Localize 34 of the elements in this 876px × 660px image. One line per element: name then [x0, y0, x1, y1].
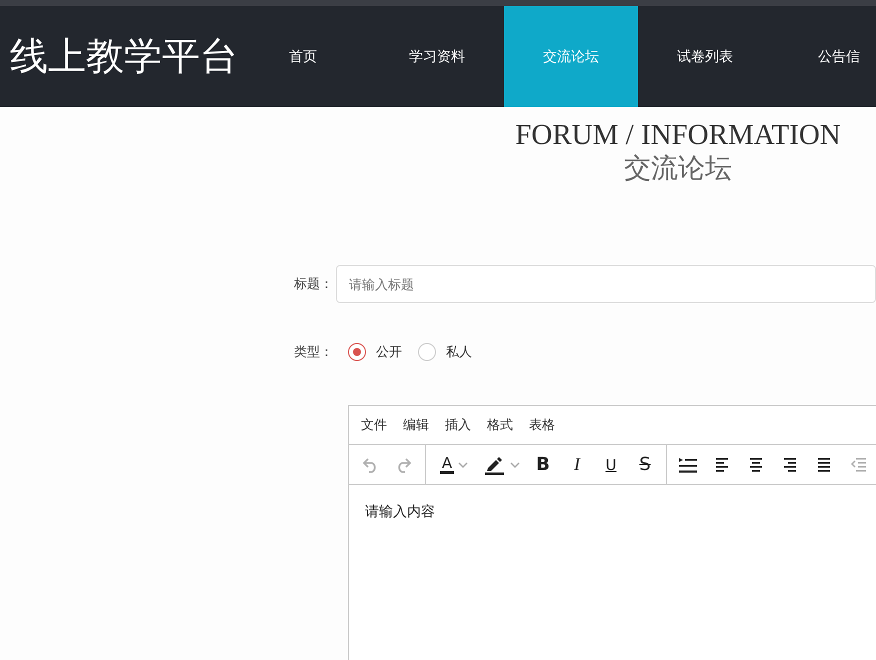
outdent-icon — [850, 457, 866, 472]
underline-button[interactable]: U — [594, 450, 628, 480]
nav-tab[interactable]: 学习资料 — [370, 6, 504, 107]
line-height-icon — [679, 456, 697, 472]
editor-menu-item[interactable]: 插入 — [445, 416, 471, 434]
nav-tab[interactable]: 公告信 — [772, 6, 876, 107]
radio-button[interactable] — [348, 343, 366, 361]
editor-menu-item[interactable]: 编辑 — [403, 416, 429, 434]
align-right-icon — [782, 457, 798, 472]
align-left-icon — [714, 457, 730, 472]
nav-tab[interactable]: 首页 — [236, 6, 370, 107]
field-label: 类型： — [294, 344, 334, 361]
content-input[interactable]: 请输入内容 — [349, 485, 876, 539]
title-input[interactable]: 请输入标题 — [336, 265, 876, 303]
bold-button[interactable]: B — [526, 450, 560, 480]
radio-label: 私人 — [446, 344, 472, 361]
page-subtitle: 交流论坛 — [623, 152, 733, 186]
site-logo[interactable]: 线上教学平台 — [10, 31, 236, 82]
justify-icon — [816, 457, 832, 472]
editor-menu-item[interactable]: 文件 — [361, 416, 387, 434]
nav-tab[interactable]: 试卷列表 — [638, 6, 772, 107]
editor-menu-item[interactable]: 格式 — [487, 416, 513, 434]
text-color-button[interactable]: A — [430, 450, 478, 480]
caret-icon — [458, 462, 468, 468]
field-label: 标题： — [294, 276, 334, 293]
align-center-icon — [748, 457, 764, 472]
marker-icon — [484, 454, 506, 474]
editor-menu-item[interactable]: 表格 — [529, 416, 555, 434]
italic-button[interactable]: I — [560, 450, 594, 480]
strike-button[interactable]: S — [628, 450, 662, 480]
page-title: FORUM / INFORMATION — [514, 119, 842, 151]
caret-icon — [510, 462, 520, 468]
radio-button[interactable] — [418, 343, 436, 361]
radio-label: 公开 — [376, 344, 402, 361]
